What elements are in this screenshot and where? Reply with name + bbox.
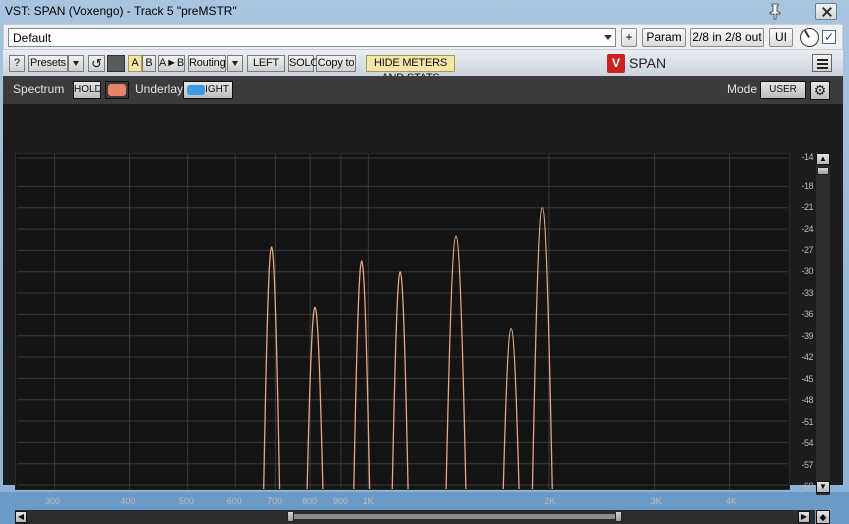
range-handle-right[interactable] (615, 511, 622, 522)
range-handle-left[interactable] (287, 511, 294, 522)
x-tick-label: 4K (725, 496, 738, 506)
y-tick-label: -60 (801, 481, 813, 491)
chevron-down-icon (604, 35, 612, 40)
y-tick-label: -54 (801, 438, 813, 449)
host-toolbar: Default + Param 2/8 in 2/8 out UI ✓ (3, 24, 843, 50)
y-tick-label: -18 (801, 180, 813, 191)
scroll-up-icon[interactable]: ▲ (816, 153, 830, 165)
spectrum-graph (15, 153, 790, 490)
x-axis: 300 400 500 600 700 800 900 1K 2K 3K 4K (15, 495, 790, 509)
preset-select[interactable]: Default (8, 28, 616, 47)
chevron-down-icon (232, 60, 238, 66)
scroll-left-icon[interactable]: ◀ (15, 511, 27, 523)
spectrum-label: Spectrum (13, 82, 65, 96)
underlay-label: Underlay (135, 82, 184, 96)
hold-color-swatch[interactable] (105, 81, 129, 99)
x-tick-label: 600 (226, 496, 242, 506)
y-tick-label: -42 (801, 352, 813, 363)
channel-left-button[interactable]: LEFT (247, 55, 285, 72)
hold-color-chip (108, 84, 126, 96)
ui-button[interactable]: UI (769, 28, 793, 47)
y-tick-label: -45 (801, 373, 813, 384)
spectrum-controls: Spectrum HOLD Underlay RIGHT Mode USER ⚙ (3, 76, 843, 104)
y-tick-label: -51 (801, 416, 813, 427)
hold-button[interactable]: HOLD (73, 81, 102, 99)
solo-button[interactable]: SOLO (288, 55, 319, 72)
y-tick-label: -30 (801, 266, 813, 277)
title-bar: VST: SPAN (Voxengo) - Track 5 "preMSTR" (0, 0, 849, 24)
redo-button[interactable] (107, 55, 125, 72)
plugin-toolbar: ? Presets ↺ A B A►B Routing LEFT SOLO Co… (3, 50, 843, 84)
y-tick-label: -36 (801, 309, 813, 320)
wet-knob-icon[interactable] (800, 28, 819, 47)
x-tick-label: 900 (332, 496, 348, 506)
gear-icon[interactable]: ⚙ (810, 81, 830, 100)
bypass-checkbox[interactable]: ✓ (822, 30, 836, 44)
x-tick-label: 800 (302, 496, 318, 506)
grid (17, 154, 788, 489)
y-tick-label: -24 (801, 223, 813, 234)
y-tick-label: -33 (801, 287, 813, 298)
mode-label: Mode (727, 82, 758, 96)
undo-button[interactable]: ↺ (88, 55, 105, 72)
io-button[interactable]: 2/8 in 2/8 out (690, 28, 764, 47)
window-title: VST: SPAN (Voxengo) - Track 5 "preMSTR" (5, 4, 237, 18)
x-tick-label: 400 (120, 496, 136, 506)
y-tick-label: -21 (801, 202, 813, 213)
y-tick-label: -48 (801, 395, 813, 406)
routing-button[interactable]: Routing (188, 55, 226, 72)
help-button[interactable]: ? (9, 55, 25, 72)
voxengo-logo: V (607, 54, 625, 73)
copy-a-to-b-button[interactable]: A►B (158, 55, 185, 72)
plugin-window: VST: SPAN (Voxengo) - Track 5 "preMSTR" … (0, 0, 849, 524)
vertical-scrollbar[interactable]: ▲ ▼ (816, 153, 830, 495)
a-button[interactable]: A (128, 55, 142, 72)
hide-meters-button[interactable]: HIDE METERS AND STATS (366, 55, 455, 84)
x-tick-label: 3K (650, 496, 662, 506)
brand-label: SPAN (629, 55, 667, 71)
underlay-color-chip (187, 85, 205, 95)
x-tick-label: 1K (362, 496, 374, 506)
scroll-right-icon[interactable]: ▶ (798, 511, 810, 523)
vertical-scroll-thumb[interactable] (817, 167, 829, 175)
y-tick-label: -14 (801, 152, 813, 162)
pin-icon[interactable] (768, 2, 782, 20)
horizontal-scrollbar[interactable]: ◀ ▶ (15, 510, 815, 524)
param-button[interactable]: Param (642, 28, 686, 47)
mode-select[interactable]: USER (760, 81, 806, 99)
copy-to-button[interactable]: Copy to (316, 55, 356, 72)
b-button[interactable]: B (142, 55, 156, 72)
range-track (294, 514, 616, 519)
plugin-body: ? Presets ↺ A B A►B Routing LEFT SOLO Co… (3, 50, 843, 524)
menu-icon[interactable] (812, 54, 832, 72)
y-tick-label: -57 (801, 459, 813, 470)
preset-value: Default (13, 31, 52, 45)
y-tick-label: -39 (801, 330, 813, 341)
y-tick-label: -27 (801, 244, 813, 255)
routing-dropdown[interactable] (227, 55, 243, 72)
x-tick-label: 2K (544, 496, 556, 506)
scroll-down-icon[interactable]: ▼ (816, 481, 830, 493)
chevron-down-icon (73, 60, 79, 66)
y-axis: -14 -18 -21 -24 -27 -30 -33 -36 -39 -42 -45 -48 -51 -… (793, 152, 815, 491)
zoom-reset-icon[interactable]: ◆ (816, 510, 830, 524)
close-icon[interactable] (815, 3, 837, 20)
x-tick-label: 300 (44, 496, 61, 506)
presets-button[interactable]: Presets (28, 55, 68, 72)
add-preset-button[interactable]: + (621, 28, 637, 47)
x-tick-label: 700 (267, 496, 283, 506)
presets-dropdown[interactable] (68, 55, 84, 72)
underlay-right-button[interactable]: RIGHT (183, 81, 233, 99)
x-tick-label: 500 (178, 496, 194, 506)
